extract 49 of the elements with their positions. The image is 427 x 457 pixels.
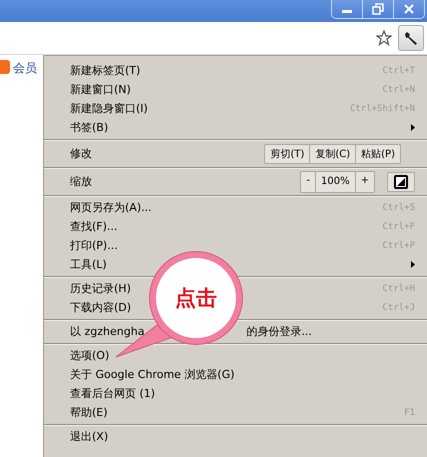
menu-item[interactable]: 帮助(E) (70, 405, 108, 420)
settings-button[interactable] (398, 25, 424, 51)
menu-label: 修改 (70, 146, 92, 161)
bookmark-link[interactable]: 会员 (13, 60, 37, 77)
menu-item[interactable]: 工具(L) (70, 257, 107, 272)
edit-button[interactable]: 剪切(T) (265, 144, 310, 162)
menu-item[interactable]: 退出(X) (70, 429, 108, 444)
menu-label: 缩放 (70, 174, 92, 189)
menu-item[interactable]: 的身份登录... (246, 324, 312, 339)
wrench-icon (403, 30, 419, 46)
edit-button[interactable]: 粘贴(P) (355, 144, 400, 162)
menu-item[interactable]: 新建标签页(T) (70, 63, 140, 78)
callout-text: 点击 (175, 285, 217, 312)
zoom-out-button[interactable]: - (301, 172, 316, 190)
star-icon[interactable] (376, 30, 392, 46)
menu-item[interactable]: 下载内容(D) (70, 300, 132, 315)
menu-item[interactable]: 关于 Google Chrome 浏览器(G) (70, 367, 235, 382)
submenu-arrow-icon (411, 124, 415, 131)
shortcut-text: Ctrl+F (382, 222, 415, 232)
close-button[interactable] (393, 0, 424, 18)
shortcut-text: Ctrl+T (382, 66, 415, 76)
close-icon (404, 4, 414, 14)
fullscreen-button[interactable] (387, 172, 415, 192)
menu-item[interactable]: 新建隐身窗口(I) (70, 101, 148, 116)
zoom-value: 100% (315, 172, 356, 192)
shortcut-text: Ctrl+N (382, 84, 415, 94)
shortcut-text: Ctrl+S (382, 202, 415, 212)
submenu-arrow-icon (411, 261, 415, 268)
shortcut-text: F1 (404, 408, 415, 418)
restore-button[interactable] (362, 0, 393, 18)
fullscreen-icon (394, 174, 408, 188)
bookmark-icon (0, 60, 10, 74)
menu-item[interactable]: 查看后台网页 (1) (70, 386, 156, 401)
shortcut-text: Ctrl+J (382, 302, 415, 312)
menu-item[interactable]: 以 zgzhengha (70, 324, 144, 339)
minimize-button[interactable] (332, 0, 362, 18)
restore-icon (372, 3, 384, 15)
menu-item[interactable]: 历史记录(H) (70, 281, 131, 296)
zoom-in-button[interactable]: + (356, 172, 374, 190)
shortcut-text: Ctrl+Shift+N (350, 104, 415, 114)
shortcut-text: Ctrl+P (382, 240, 415, 250)
menu-item[interactable]: 新建窗口(N) (70, 82, 131, 97)
edit-button[interactable]: 复制(C) (309, 144, 356, 162)
menu-item[interactable]: 网页另存为(A)... (70, 200, 152, 215)
menu-item[interactable]: 打印(P)... (70, 238, 118, 253)
shortcut-text: Ctrl+H (382, 284, 415, 294)
menu-item[interactable]: 查找(F)... (70, 219, 118, 234)
menu-item[interactable]: 书签(B) (70, 120, 108, 135)
menu-item[interactable]: 选项(O) (70, 348, 110, 363)
